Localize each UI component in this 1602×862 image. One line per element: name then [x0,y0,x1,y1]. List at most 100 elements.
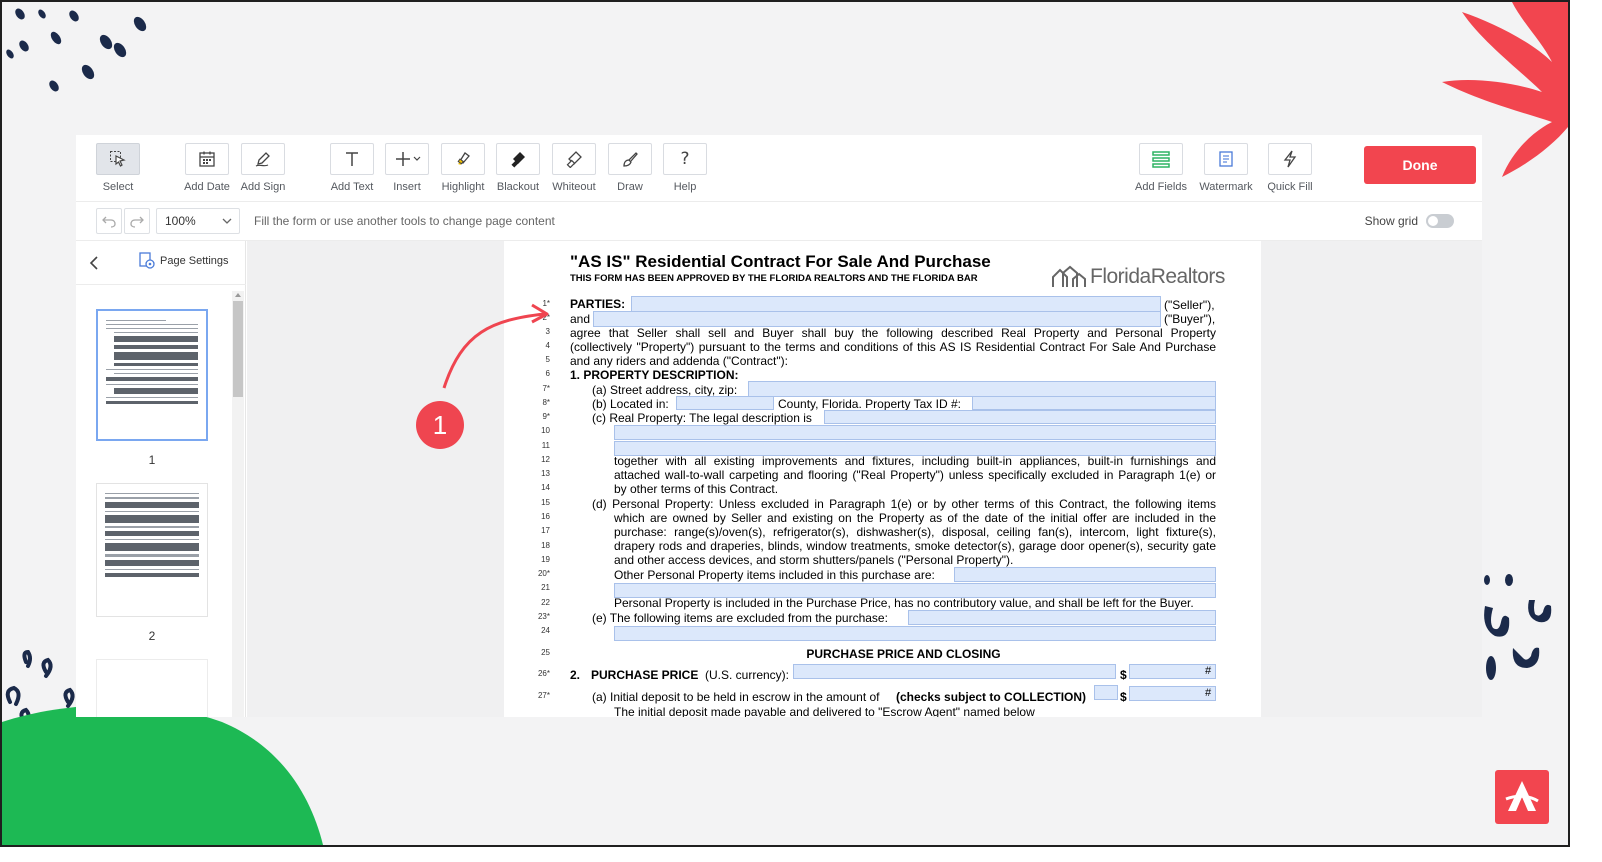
show-grid-toggle[interactable] [1426,214,1454,228]
tool-quick-fill[interactable]: Quick Fill [1262,143,1318,193]
line-number: 18 [541,541,550,550]
seller-suffix: ("Seller"), [1164,298,1215,312]
scroll-up-arrow-icon [235,293,241,297]
document-page: "AS IS" Residential Contract For Sale An… [504,241,1261,717]
plus-icon [396,152,421,166]
collapse-sidebar-chevron-icon[interactable] [88,255,100,271]
excluded-items-label: (e) The following items are excluded fro… [592,611,888,625]
tool-help-label: Help [673,181,697,193]
line-number: 1* [542,299,550,308]
tool-select[interactable]: Select [90,143,146,193]
page-thumbnail-1[interactable] [96,309,208,441]
text-t-icon [346,152,358,166]
line-number: 22 [541,598,550,607]
line-number: 8* [542,398,550,407]
done-button[interactable]: Done [1364,146,1476,184]
purchase-price-label: PURCHASE PRICE [591,668,699,682]
redo-button[interactable] [124,208,150,234]
blackout-icon [511,152,525,168]
tool-add-text-label: Add Text [330,181,374,193]
decorative-green-shape-bottom-left [2,705,323,845]
question-icon: ? [680,149,690,169]
tool-blackout-label: Blackout [496,181,540,193]
contract-line-13: attached wall-to-wall carpeting and floo… [614,468,1216,482]
select-cursor-icon [110,151,126,167]
deposit-dotted-field[interactable] [1094,685,1118,700]
page-number-1: 1 [148,453,156,467]
page-settings-button[interactable]: Page Settings [138,252,229,270]
zoom-select[interactable]: 100% [156,208,240,234]
initial-deposit-amount-field[interactable]: # [1129,686,1216,701]
legal-description-field-2[interactable] [614,425,1216,440]
line-number: 15 [541,498,550,507]
line-number: 20* [537,569,550,578]
line-number: 2* [542,313,550,322]
county-field[interactable] [676,396,774,410]
line-number: 24 [541,626,550,635]
tool-draw-label: Draw [617,181,643,193]
page-number-2: 2 [148,629,156,643]
contract-line-12: together with all existing improvements … [614,454,1216,468]
personal-property-line-1: (d) Personal Property: Unless excluded i… [592,497,1216,511]
tool-add-fields[interactable]: Add Fields [1133,143,1189,193]
tool-quick-fill-label: Quick Fill [1267,181,1313,193]
legal-description-field-1[interactable] [824,410,1216,424]
decorative-blue-blobs-right [1484,574,1552,680]
editor-window: Select Add Date Add Sign Add Text Insert… [76,135,1482,717]
parties-label: PARTIES: [570,297,626,311]
line-number: 12 [541,455,550,464]
personal-property-line-2: which are owned by Seller and existing o… [614,511,1216,525]
undo-button[interactable] [96,208,122,234]
florida-realtors-logo: FloridaRealtors [1051,265,1225,289]
personal-property-line-4: drapery rods and draperies, blinds, wind… [614,539,1216,553]
buyer-suffix: ("Buyer"), [1164,312,1216,326]
tool-insert[interactable]: Insert [379,143,435,193]
page-settings-label: Page Settings [160,255,229,267]
seller-name-field[interactable] [631,296,1161,312]
purchase-price-dotted-field[interactable] [793,664,1116,679]
tool-whiteout[interactable]: Whiteout [546,143,602,193]
tool-add-date-label: Add Date [184,181,230,193]
line-number: 26* [537,669,550,678]
line-number: 17 [541,526,550,535]
logo-text: FloridaRealtors [1090,265,1225,288]
purchase-price-closing-heading: PURCHASE PRICE AND CLOSING [806,647,1001,661]
hash-marker: # [1204,665,1211,677]
thumbnail-scrollbar[interactable] [232,291,244,717]
checks-collection-label: (checks subject to COLLECTION) [896,690,1087,704]
excluded-items-field-1[interactable] [908,610,1216,625]
scrollbar-thumb[interactable] [233,301,243,397]
tool-help[interactable]: ? Help [657,143,713,193]
document-title: "AS IS" Residential Contract For Sale An… [570,252,991,271]
purchase-price-amount-field[interactable]: # [1129,664,1216,679]
tool-highlight-label: Highlight [441,181,485,193]
lightning-icon [1283,150,1297,168]
tool-highlight[interactable]: Highlight [435,143,491,193]
main-toolbar: Select Add Date Add Sign Add Text Insert… [76,135,1482,197]
line-number: 23* [537,612,550,621]
tool-add-fields-label: Add Fields [1135,181,1187,193]
whiteout-icon [566,151,582,168]
tool-add-date[interactable]: Add Date [179,143,235,193]
buyer-name-field[interactable] [593,311,1161,327]
page-thumbnail-2[interactable] [96,483,208,617]
tool-draw[interactable]: Draw [602,143,658,193]
page-settings-icon [139,252,155,269]
property-tax-id-field[interactable] [972,396,1216,410]
tool-watermark-label: Watermark [1199,181,1253,193]
other-personal-property-label: Other Personal Property items included i… [614,568,935,582]
street-address-field[interactable] [748,381,1216,397]
tool-watermark[interactable]: Watermark [1198,143,1254,193]
personal-property-line-5: and other access devices, and storm shut… [614,553,1014,567]
tool-blackout[interactable]: Blackout [490,143,546,193]
contract-line-5: and any riders and addenda ("Contract"): [570,354,788,368]
contract-line-14: by other terms of this Contract. [614,482,779,496]
tool-add-text[interactable]: Add Text [324,143,380,193]
excluded-items-field-2[interactable] [614,626,1216,641]
page-thumbnails-sidebar: Page Settings 1 2 [76,241,246,717]
tool-insert-label: Insert [393,181,421,193]
tool-add-sign[interactable]: Add Sign [235,143,291,193]
pdf-logo-badge [1495,770,1549,824]
page-thumbnail-3[interactable] [96,659,208,717]
other-personal-property-field-1[interactable] [954,567,1216,582]
